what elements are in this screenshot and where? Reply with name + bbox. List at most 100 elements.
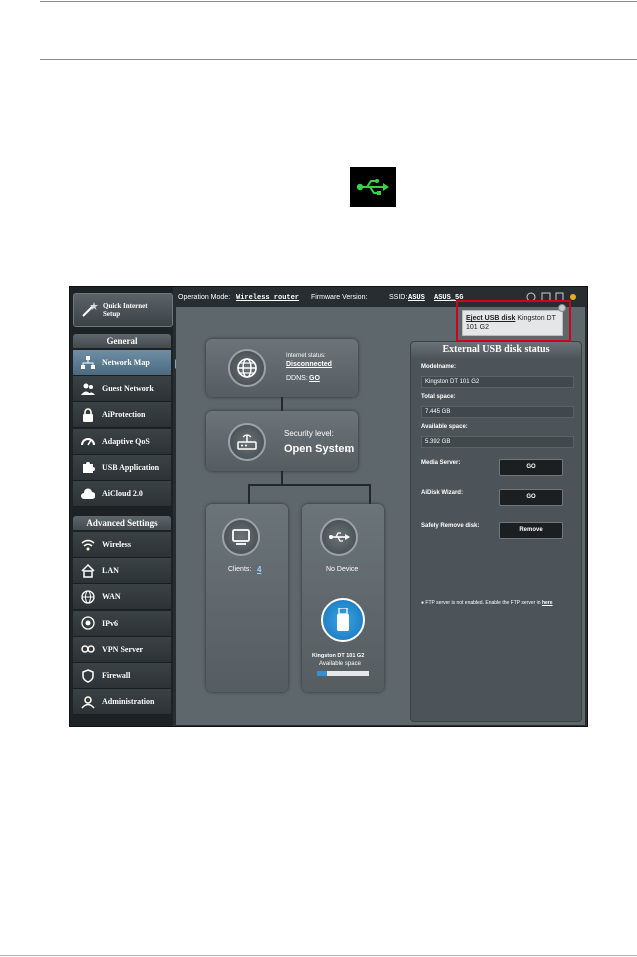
- menu-item-label: LAN: [102, 566, 119, 576]
- ssid-label: SSID:: [389, 294, 408, 301]
- header-rule-top: [40, 1, 637, 2]
- router-web-ui: Quick Internet Setup General Network Map…: [69, 286, 588, 727]
- firmware-label: Firmware Version:: [311, 294, 368, 301]
- internet-status-card[interactable]: Internet status: Disconnected DDNS: GO: [206, 339, 358, 397]
- security-level-label: Security level:: [284, 429, 334, 438]
- wifi-icon: [80, 537, 96, 553]
- usb-device-name: Kingston DT 101 G2: [312, 653, 365, 659]
- sidebar-item-aiprotection[interactable]: AiProtection: [73, 402, 171, 429]
- shield-icon: [80, 668, 96, 684]
- available-space-label: Available space: [319, 661, 361, 667]
- menu-item-label: IPv6: [102, 618, 118, 628]
- menu-item-label: Administration: [102, 697, 155, 707]
- menu-item-label: WAN: [102, 592, 121, 602]
- sidebar-item-usb-application[interactable]: USB Application: [73, 454, 171, 481]
- guest-network-icon: [80, 381, 96, 397]
- sidebar-item-administration[interactable]: Administration: [73, 689, 171, 716]
- magic-wand-icon: [78, 299, 100, 321]
- ddns-label: DDNS:: [286, 375, 308, 382]
- usb-device-card[interactable]: No Device Kingston DT 101 G2 Available s…: [302, 504, 384, 692]
- ssid-value[interactable]: ASUS: [408, 294, 425, 302]
- safely-remove-label: Safely Remove disk:: [421, 523, 480, 529]
- sidebar-item-firewall[interactable]: Firewall: [73, 663, 171, 689]
- external-usb-status-panel: External USB disk status Modelname: King…: [410, 341, 582, 722]
- puzzle-icon: [80, 459, 96, 475]
- total-space-value: 7.445 GB: [421, 406, 574, 418]
- ipv6-icon: [80, 615, 96, 631]
- sidebar-item-wan[interactable]: WAN: [73, 584, 171, 611]
- sidebar-item-lan[interactable]: LAN: [73, 558, 171, 585]
- eject-usb-link[interactable]: Eject USB disk: [466, 315, 515, 322]
- header-rule-bottom: [40, 59, 637, 60]
- menu-item-label: Firewall: [102, 671, 131, 680]
- globe-icon: [80, 589, 96, 605]
- operation-mode-label: Operation Mode:: [178, 294, 231, 301]
- available-space-fill: [317, 671, 328, 676]
- menu-item-label: Wireless: [102, 540, 132, 549]
- menu-item-label: Network Map: [102, 358, 150, 367]
- sidebar-item-vpn-server[interactable]: VPN Server: [73, 636, 171, 663]
- eject-usb-popup[interactable]: Eject USB disk Kingston DT 101 G2: [462, 310, 563, 336]
- usb-icon: [320, 518, 358, 556]
- router-icon: [228, 423, 266, 461]
- ftp-here-link[interactable]: here: [542, 600, 553, 606]
- security-level-value: Open System: [284, 443, 355, 455]
- globe-icon: [228, 349, 266, 387]
- home-icon: [80, 563, 96, 579]
- footer-rule: [0, 955, 637, 956]
- sidebar-item-ipv6[interactable]: IPv6: [73, 610, 171, 637]
- unlocked-icon: ⤷: [346, 445, 352, 455]
- gauge-icon: [80, 433, 96, 449]
- connector-line: [281, 471, 283, 485]
- clients-label: Clients:: [228, 566, 252, 573]
- general-header: General: [73, 334, 171, 348]
- available-space-label: Available space:: [421, 424, 468, 430]
- sidebar-item-adaptive-qos[interactable]: Adaptive QoS: [73, 428, 171, 455]
- close-icon[interactable]: [558, 304, 566, 312]
- no-device-label: No Device: [326, 566, 359, 573]
- menu-item-label: VPN Server: [102, 644, 144, 654]
- cloud-icon: [80, 486, 96, 502]
- vpn-icon: [80, 641, 96, 657]
- network-map-icon: [80, 355, 96, 371]
- user-icon: [80, 694, 96, 710]
- menu-item-label: AiProtection: [102, 410, 146, 420]
- quick-internet-setup-label: Quick Internet Setup: [103, 302, 148, 318]
- usb-disk-icon[interactable]: [321, 598, 365, 642]
- connector-line: [248, 484, 370, 486]
- eject-usb-highlight: Eject USB disk Kingston DT 101 G2: [456, 300, 571, 342]
- internet-status-label: Internet status:: [286, 353, 326, 359]
- advanced-settings-header: Advanced Settings: [73, 516, 171, 530]
- connector-line: [248, 484, 250, 504]
- ftp-note: ● FTP server is not enabled. Enable the …: [421, 600, 553, 606]
- ftp-note-text: FTP server is not enabled. Enable the FT…: [425, 600, 541, 606]
- aidisk-go-button[interactable]: GO: [499, 489, 563, 506]
- menu-item-label: USB Application: [102, 462, 160, 472]
- clients-card[interactable]: Clients: 4: [206, 504, 288, 692]
- security-level-card[interactable]: Security level: Open System ⤷: [206, 411, 358, 471]
- media-server-label: Media Server:: [421, 460, 461, 466]
- sidebar-item-guest-network[interactable]: Guest Network: [73, 376, 171, 403]
- sidebar: Quick Internet Setup General Network Map…: [70, 287, 173, 726]
- external-usb-title: External USB disk status: [411, 342, 581, 358]
- sidebar-item-aicloud-2-0[interactable]: AiCloud 2.0: [73, 481, 171, 507]
- aidisk-wizard-label: AiDisk Wizard:: [421, 490, 463, 496]
- sidebar-item-wireless[interactable]: Wireless: [73, 532, 171, 558]
- clients-count[interactable]: 4: [257, 565, 261, 574]
- media-server-go-button[interactable]: GO: [499, 459, 563, 476]
- available-space-value: 5.392 GB: [421, 436, 574, 448]
- total-space-label: Total space:: [421, 394, 456, 400]
- ddns-go-link[interactable]: GO: [309, 375, 320, 382]
- usb-icon: [350, 167, 396, 207]
- internet-status-value[interactable]: Disconnected: [286, 361, 332, 368]
- sidebar-item-network-map[interactable]: Network Map: [73, 350, 171, 376]
- quick-internet-setup-button[interactable]: Quick Internet Setup: [73, 293, 173, 327]
- model-value: Kingston DT 101 G2: [421, 376, 574, 388]
- monitor-icon: [222, 518, 260, 556]
- menu-item-label: Guest Network: [102, 384, 154, 394]
- operation-mode-value[interactable]: Wireless router: [236, 294, 299, 302]
- lock-icon: [80, 407, 96, 423]
- available-space-bar: [317, 671, 369, 676]
- remove-disk-button[interactable]: Remove: [499, 522, 563, 539]
- menu-item-label: Adaptive QoS: [102, 436, 150, 446]
